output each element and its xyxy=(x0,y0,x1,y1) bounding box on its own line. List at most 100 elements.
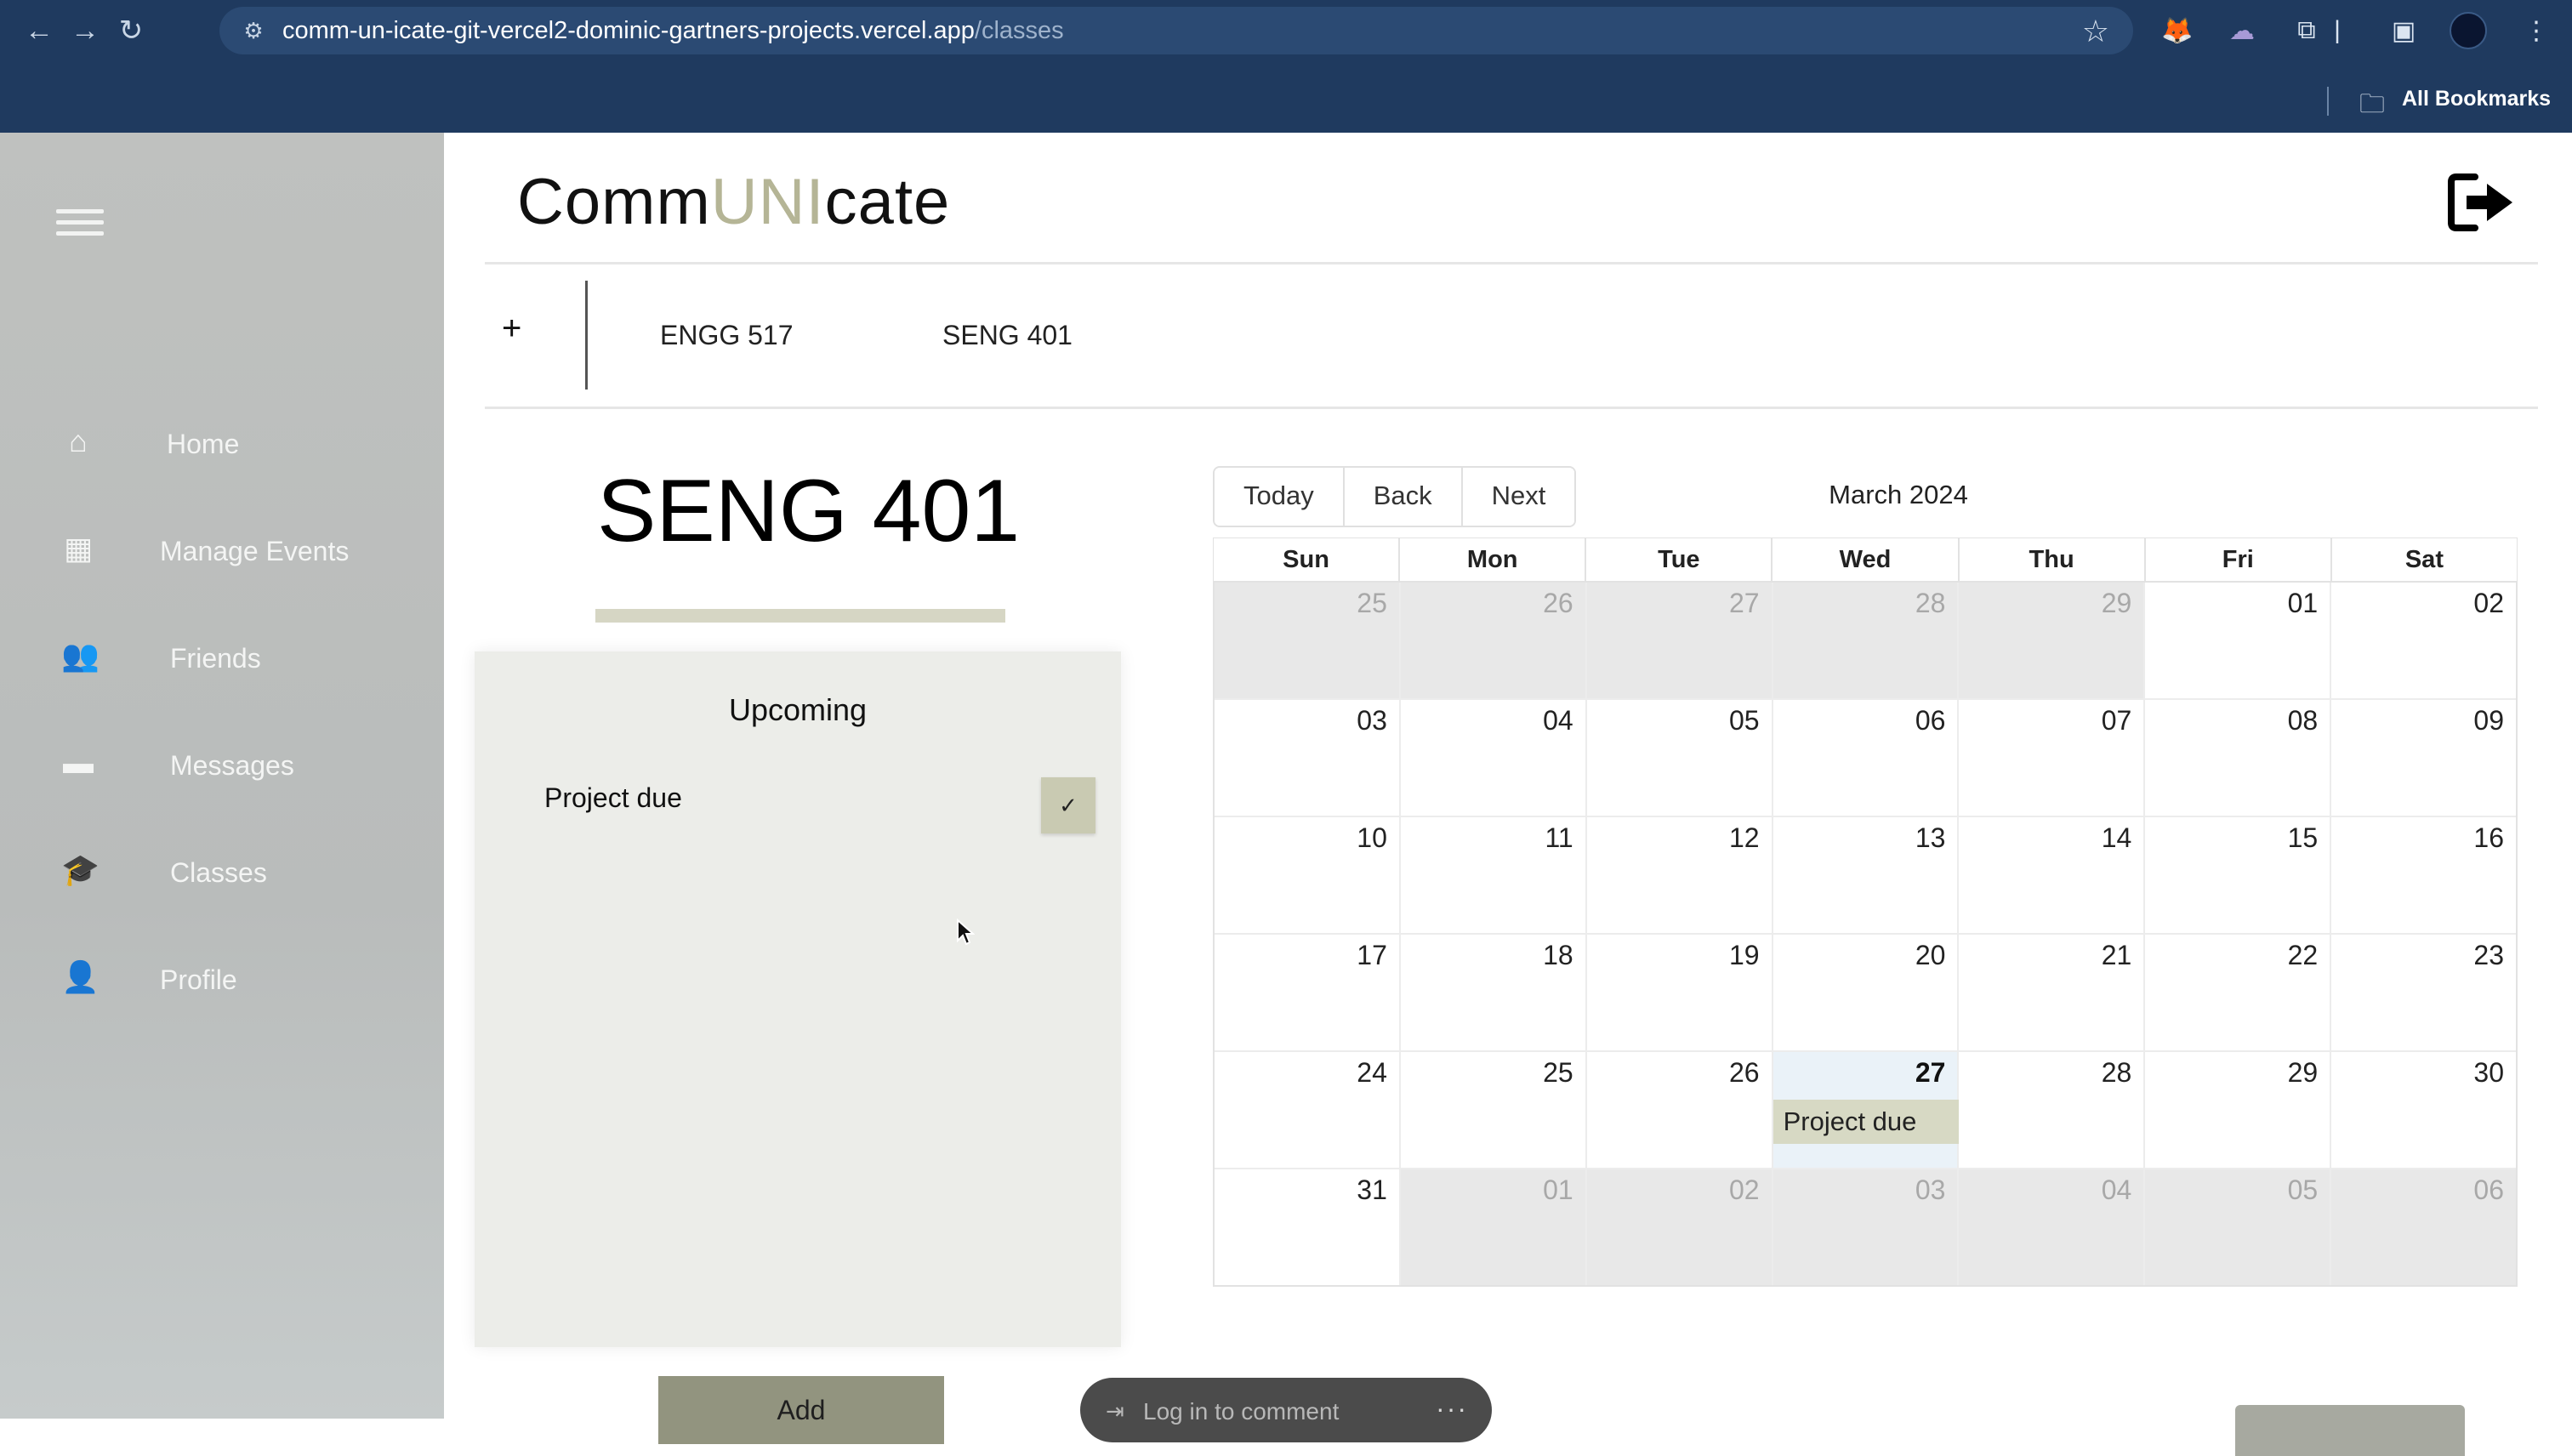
title-underline xyxy=(595,609,1005,623)
fox-extension-icon[interactable]: 🦊 xyxy=(2159,12,2196,49)
day-number: 27 xyxy=(1915,1057,1946,1088)
calendar-day[interactable]: 18 xyxy=(1400,935,1587,1050)
today-button[interactable]: Today xyxy=(1215,468,1345,526)
hamburger-menu-icon[interactable] xyxy=(56,209,104,240)
upcoming-panel: Upcoming Project due ✓ xyxy=(475,651,1121,1347)
profile-avatar[interactable] xyxy=(2450,12,2487,49)
calendar-day[interactable]: 12 xyxy=(1586,817,1773,933)
tab-seng-401[interactable]: SENG 401 xyxy=(942,320,1073,351)
calendar-day[interactable]: 31 xyxy=(1215,1169,1401,1285)
calendar-day[interactable]: 04 xyxy=(1959,1169,2146,1285)
sidebar-item-messages[interactable]: ▬ Messages xyxy=(0,731,444,799)
home-icon: ⌂ xyxy=(69,424,88,458)
partially-visible-button[interactable] xyxy=(2235,1405,2465,1456)
sidebar-item-label: Manage Events xyxy=(160,536,350,566)
back-button[interactable]: Back xyxy=(1344,468,1463,526)
calendar-day[interactable]: 25 xyxy=(1215,583,1401,698)
day-number: 30 xyxy=(2473,1057,2505,1088)
comment-label: Log in to comment xyxy=(1143,1398,1340,1425)
next-button[interactable]: Next xyxy=(1462,468,1575,526)
calendar-day[interactable]: 21 xyxy=(1959,935,2146,1050)
weekday-label: Tue xyxy=(1586,538,1773,581)
bookmark-star-icon[interactable]: ☆ xyxy=(2082,14,2109,49)
calendar-day[interactable]: 01 xyxy=(2145,583,2332,698)
calendar-day[interactable]: 20 xyxy=(1773,935,1960,1050)
calendar-day[interactable]: 30 xyxy=(2331,1052,2517,1168)
day-number: 25 xyxy=(1543,1057,1573,1088)
calendar-day[interactable]: 29 xyxy=(1959,583,2146,698)
calendar-day[interactable]: 16 xyxy=(2331,817,2517,933)
toolbar-divider: | xyxy=(2334,16,2341,44)
calendar-day[interactable]: 13 xyxy=(1773,817,1960,933)
calendar-day[interactable]: 06 xyxy=(1773,700,1960,816)
folder-icon[interactable]: 🗀 xyxy=(2359,85,2385,128)
reload-icon[interactable]: ↻ xyxy=(112,12,150,49)
forward-arrow-icon[interactable]: → xyxy=(66,12,104,49)
calendar-day[interactable]: 02 xyxy=(2331,583,2517,698)
browser-menu-icon[interactable]: ⋮ xyxy=(2518,12,2555,49)
logout-icon[interactable] xyxy=(2446,170,2518,235)
address-bar[interactable]: ⚙ comm-un-icate-git-vercel2-dominic-gart… xyxy=(219,7,2133,54)
calendar-day[interactable]: 29 xyxy=(2145,1052,2332,1168)
sidebar-item-label: Profile xyxy=(160,964,237,995)
calendar-icon: ▦ xyxy=(63,531,93,566)
sidebar-item-label: Home xyxy=(167,429,240,459)
sidebar-item-label: Classes xyxy=(170,857,267,888)
back-arrow-icon[interactable]: ← xyxy=(20,12,58,49)
calendar-day[interactable]: 26 xyxy=(1400,583,1587,698)
day-number: 18 xyxy=(1543,940,1573,970)
calendar-day[interactable]: 22 xyxy=(2145,935,2332,1050)
more-options-icon[interactable]: ··· xyxy=(1436,1393,1468,1425)
weekday-label: Wed xyxy=(1773,538,1960,581)
calendar-day[interactable]: 27 xyxy=(1586,583,1773,698)
calendar-day[interactable]: 05 xyxy=(1586,700,1773,816)
header-divider xyxy=(485,262,2538,264)
complete-check-button[interactable]: ✓ xyxy=(1041,777,1095,833)
calendar-day[interactable]: 09 xyxy=(2331,700,2517,816)
calendar-day[interactable]: 10 xyxy=(1215,817,1401,933)
calendar-day[interactable]: 25 xyxy=(1400,1052,1587,1168)
calendar-day[interactable]: 15 xyxy=(2145,817,2332,933)
add-class-button[interactable]: + xyxy=(502,310,521,348)
tab-engg-517[interactable]: ENGG 517 xyxy=(660,320,794,351)
calendar-day[interactable]: 19 xyxy=(1586,935,1773,1050)
sidebar-item-profile[interactable]: 👤 Profile xyxy=(0,946,444,1014)
calendar-day[interactable]: 04 xyxy=(1400,700,1587,816)
calendar-day[interactable]: 11 xyxy=(1400,817,1587,933)
calendar-day[interactable]: 07 xyxy=(1959,700,2146,816)
calendar-day[interactable]: 27 Project due xyxy=(1773,1052,1960,1168)
add-button[interactable]: Add xyxy=(658,1376,944,1444)
calendar-day[interactable]: 17 xyxy=(1215,935,1401,1050)
calendar-day[interactable]: 02 xyxy=(1586,1169,1773,1285)
calendar-month-label: March 2024 xyxy=(1829,480,1968,509)
calendar-day[interactable]: 28 xyxy=(1773,583,1960,698)
calendar-day[interactable]: 28 xyxy=(1959,1052,2146,1168)
sidebar-item-classes[interactable]: 🎓 Classes xyxy=(0,839,444,907)
side-panel-icon[interactable]: ▣ xyxy=(2385,12,2422,49)
calendar-event[interactable]: Project due xyxy=(1773,1100,1959,1144)
all-bookmarks-link[interactable]: All Bookmarks xyxy=(2402,87,2551,111)
sidebar-item-home[interactable]: ⌂ Home xyxy=(0,410,444,478)
calendar-day[interactable]: 01 xyxy=(1400,1169,1587,1285)
calendar-day[interactable]: 24 xyxy=(1215,1052,1401,1168)
day-number: 06 xyxy=(1915,705,1946,736)
calendar-day[interactable]: 03 xyxy=(1215,700,1401,816)
calendar-day[interactable]: 23 xyxy=(2331,935,2517,1050)
cloud-extension-icon[interactable]: ☁ xyxy=(2223,12,2261,49)
login-to-comment-button[interactable]: ⇥ Log in to comment ··· xyxy=(1080,1378,1492,1442)
calendar-day[interactable]: 08 xyxy=(2145,700,2332,816)
sidebar-item-manage-events[interactable]: ▦ Manage Events xyxy=(0,517,444,585)
calendar-day[interactable]: 06 xyxy=(2331,1169,2517,1285)
sidebar-item-friends[interactable]: 👥 Friends xyxy=(0,624,444,692)
day-number: 13 xyxy=(1915,822,1946,853)
browser-toolbar: ← → ↻ ⚙ comm-un-icate-git-vercel2-domini… xyxy=(0,0,2572,61)
day-number: 02 xyxy=(2473,588,2505,618)
calendar-day[interactable]: 03 xyxy=(1773,1169,1960,1285)
calendar-day[interactable]: 14 xyxy=(1959,817,2146,933)
users-icon: 👥 xyxy=(61,638,100,673)
calendar-day[interactable]: 05 xyxy=(2145,1169,2332,1285)
site-settings-icon[interactable]: ⚙ xyxy=(236,18,270,44)
extensions-puzzle-icon[interactable]: ⧉ xyxy=(2288,12,2325,49)
calendar-day[interactable]: 26 xyxy=(1586,1052,1773,1168)
day-number: 25 xyxy=(1357,588,1387,618)
